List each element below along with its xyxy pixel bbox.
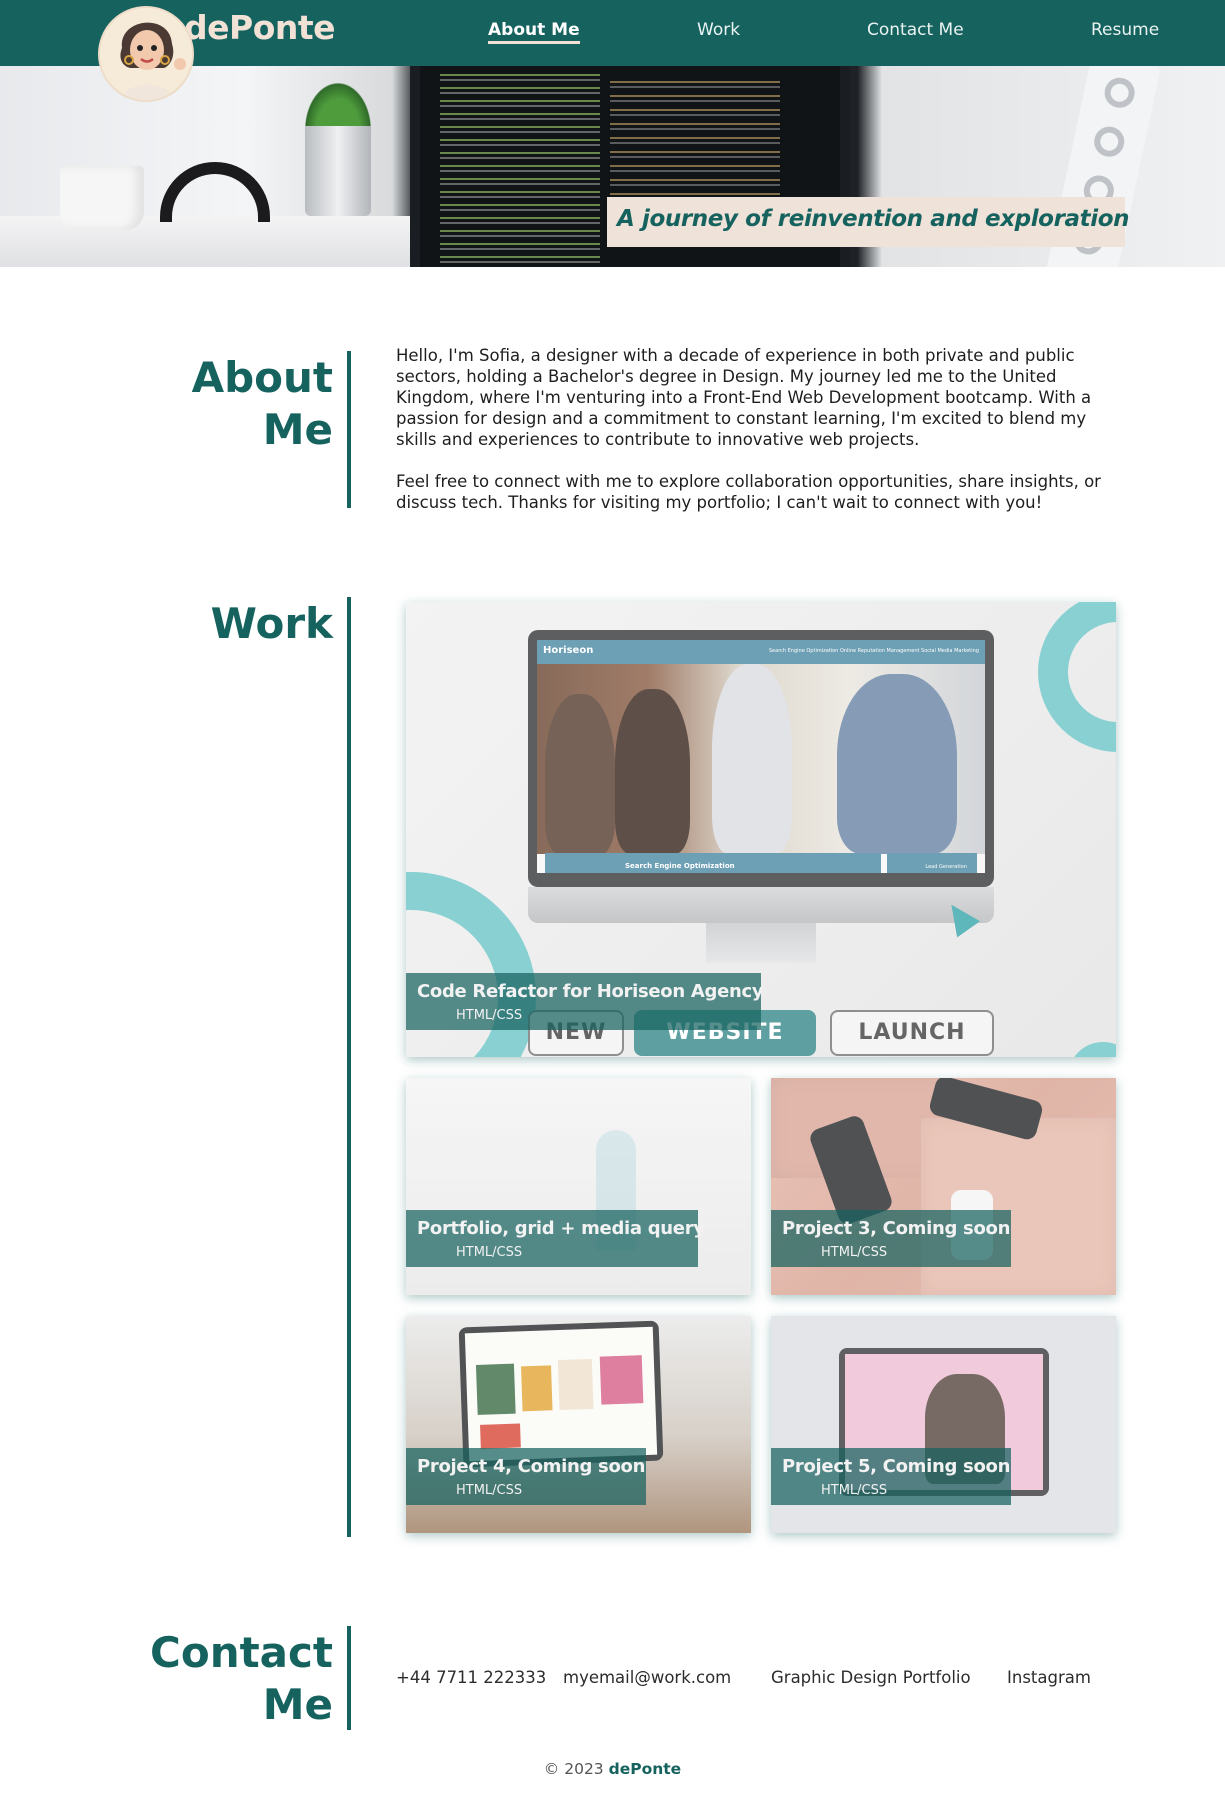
avatar-illustration [100,8,192,100]
card-title: Code Refactor for Horiseon Agency [417,981,764,1002]
project-card-5[interactable]: Project 5, Coming soon HTML/CSS [771,1316,1116,1533]
nav-resume[interactable]: Resume [1091,20,1159,40]
card-tag: HTML/CSS [821,1483,888,1498]
contact-instagram-link[interactable]: Instagram [1007,1668,1091,1687]
card-tag: HTML/CSS [456,1483,523,1498]
nav-about-me[interactable]: About Me [488,20,580,44]
about-paragraph-1: Hello, I'm Sofia, a designer with a deca… [396,346,1092,449]
about-title: About Me [191,353,333,454]
card-title: Project 3, Coming soon [782,1218,1011,1239]
contact-title: Contact Me [150,1628,333,1729]
project-card-horiseon[interactable]: Horiseon Search Engine Optimization Onli… [406,602,1116,1057]
hero-tagline: A journey of reinvention and exploration [607,197,1129,247]
about-divider [347,351,351,508]
work-divider [347,597,351,1537]
headphones-image [160,162,270,222]
brand-logo-text[interactable]: dePonte [184,8,336,47]
card-tag: HTML/CSS [821,1245,888,1260]
mug-image [60,166,144,230]
card-label: Project 4, Coming soon HTML/CSS [406,1448,646,1505]
work-title: Work [210,599,333,648]
contact-phone-link[interactable]: +44 7711 222333 [396,1668,546,1687]
card-label: Code Refactor for Horiseon Agency HTML/C… [406,973,764,1030]
about-text: Hello, I'm Sofia, a designer with a deca… [396,345,1126,534]
card-title: Project 4, Coming soon [417,1456,646,1477]
card-label: Project 3, Coming soon HTML/CSS [771,1210,1011,1267]
card-label: Portfolio, grid + media query HTML/CSS [406,1210,705,1267]
card-title: Project 5, Coming soon [782,1456,1011,1477]
nav-contact-me[interactable]: Contact Me [867,20,964,40]
project-card-portfolio[interactable]: Portfolio, grid + media query HTML/CSS [406,1078,751,1295]
footer-brand: dePonte [608,1760,682,1778]
nav-work[interactable]: Work [697,20,740,40]
site-footer: © 2023 dePonte [0,1760,1225,1778]
card-tag: HTML/CSS [456,1245,523,1260]
project-card-3[interactable]: Project 3, Coming soon HTML/CSS [771,1078,1116,1295]
about-paragraph-2: Feel free to connect with me to explore … [396,472,1101,512]
card-label: Project 5, Coming soon HTML/CSS [771,1448,1011,1505]
project-card-4[interactable]: Project 4, Coming soon HTML/CSS [406,1316,751,1533]
avatar [98,6,194,102]
contact-portfolio-link[interactable]: Graphic Design Portfolio [771,1668,971,1687]
contact-divider [347,1626,351,1730]
card-title: Portfolio, grid + media query [417,1218,705,1239]
footer-copyright: © 2023 [543,1760,604,1778]
card-tag: HTML/CSS [456,1008,523,1023]
contact-email-link[interactable]: myemail@work.com [563,1668,731,1687]
